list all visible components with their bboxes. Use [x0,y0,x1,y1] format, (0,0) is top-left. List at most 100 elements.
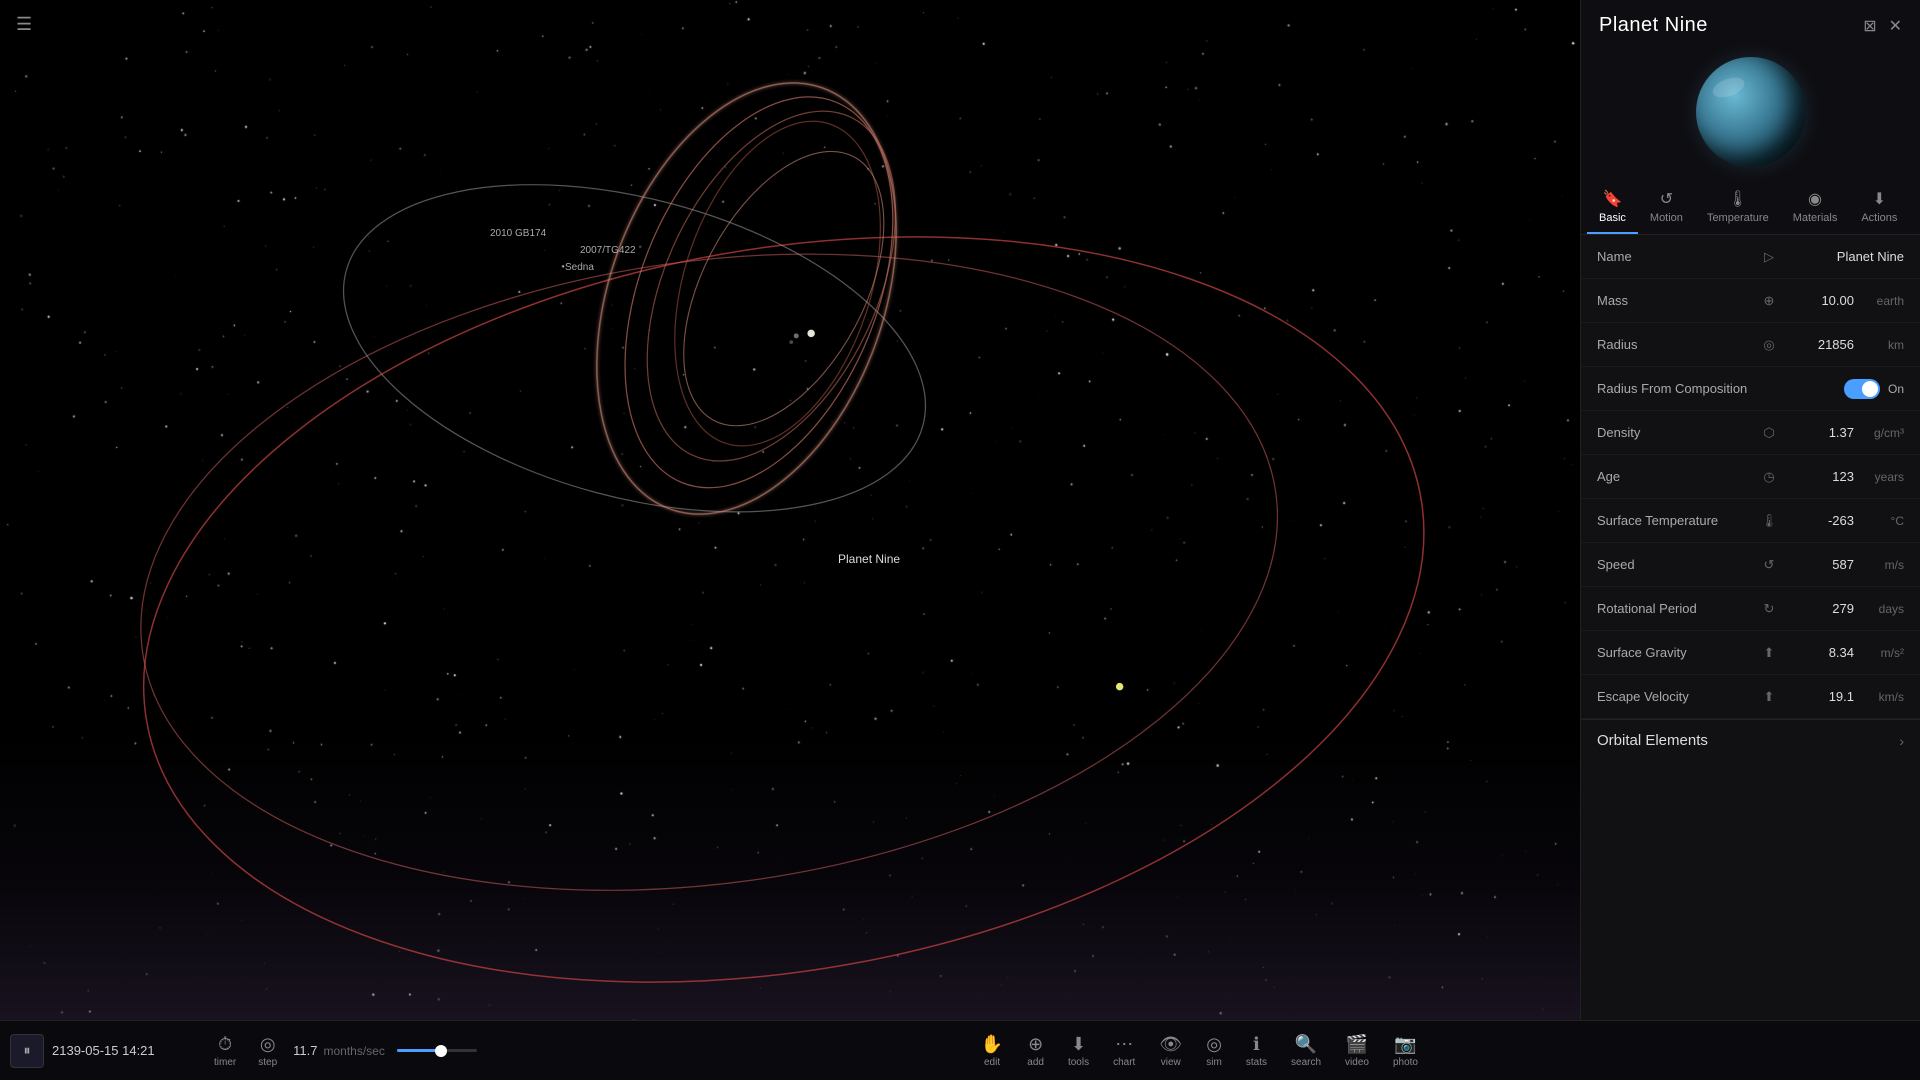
prop-surface-gravity-value[interactable]: 8.34 [1781,645,1854,660]
prop-density-value[interactable]: 1.37 [1781,425,1854,440]
prop-escape-velocity: Escape Velocity ⬆ 19.1 km/s [1581,675,1920,719]
bookmark-icon[interactable]: ⊠ [1863,16,1876,36]
toolbar-item-stats[interactable]: ℹ stats [1236,1030,1277,1072]
prop-age-label: Age [1597,469,1757,484]
panel-header-icons: ⊠ ✕ [1863,16,1902,36]
space-view: ☰ [0,0,1580,1020]
planet-sphere [1696,57,1806,167]
prop-escape-vel-value[interactable]: 19.1 [1781,689,1854,704]
prop-speed-value[interactable]: 587 [1781,557,1854,572]
photo-icon: 📷 [1394,1034,1416,1055]
right-panel: Planet Nine ⊠ ✕ 🔖 Basic ↺ Motion 🌡 Tempe… [1580,0,1920,1020]
prop-density-label: Density [1597,425,1757,440]
speed-value: 11.7 [293,1043,317,1058]
hamburger-menu[interactable]: ☰ [16,14,32,35]
toolbar-left: ⏸ 2139-05-15 14:21 [10,1034,192,1068]
rfc-toggle[interactable] [1844,379,1880,399]
prop-radius-from-composition: Radius From Composition On [1581,367,1920,411]
prop-mass-value[interactable]: 10.00 [1781,293,1854,308]
tab-actions[interactable]: ⬇ Actions [1849,181,1909,234]
speed-slider[interactable] [397,1049,477,1052]
toolbar-item-edit[interactable]: ✋ edit [971,1030,1013,1072]
time-display: 2139-05-15 14:21 [52,1043,192,1058]
video-icon: 🎬 [1346,1034,1368,1055]
main-layout: ☰ [0,0,1920,1020]
actions-icon: ⬇ [1873,189,1886,209]
tab-motion[interactable]: ↺ Motion [1638,181,1695,234]
prop-name-icon: ▷ [1757,249,1781,265]
tab-bar: 🔖 Basic ↺ Motion 🌡 Temperature ◉ Materia… [1581,181,1920,235]
edit-icon: ✋ [981,1034,1003,1055]
chart-icon: ⋯ [1115,1034,1133,1055]
pause-button[interactable]: ⏸ [10,1034,44,1068]
prop-radius-unit: km [1854,338,1904,352]
toolbar-item-photo[interactable]: 📷 photo [1383,1030,1428,1072]
bottom-toolbar: ⏸ 2139-05-15 14:21 ⏱ timer ◎ step 11.7 m… [0,1020,1920,1080]
prop-rotational-period: Rotational Period ↻ 279 days [1581,587,1920,631]
toolbar-item-step[interactable]: ◎ step [248,1030,287,1072]
prop-surface-gravity-label: Surface Gravity [1597,645,1757,660]
toolbar-item-tools[interactable]: ⬇ tools [1058,1030,1099,1072]
toolbar-item-sim[interactable]: ◎ sim [1196,1030,1232,1072]
prop-radius-icon: ◎ [1757,337,1781,353]
prop-surface-temp-icon: 🌡 [1757,513,1781,529]
prop-radius: Radius ◎ 21856 km [1581,323,1920,367]
prop-surface-gravity: Surface Gravity ⬆ 8.34 m/s² [1581,631,1920,675]
panel-header: Planet Nine ⊠ ✕ [1581,0,1920,47]
tab-temperature-label: Temperature [1707,212,1769,224]
prop-rot-period-icon: ↻ [1757,601,1781,617]
materials-icon: ◉ [1808,189,1822,209]
prop-surface-temp-value[interactable]: -263 [1781,513,1854,528]
toolbar-item-add[interactable]: ⊕ add [1017,1030,1054,1072]
prop-age-value[interactable]: 123 [1781,469,1854,484]
prop-age: Age ◷ 123 years [1581,455,1920,499]
orbital-elements-chevron: › [1899,733,1904,749]
prop-escape-vel-icon: ⬆ [1757,689,1781,705]
toolbar-items: ✋ edit ⊕ add ⬇ tools ⋯ chart 👁 view ◎ si… [489,1030,1910,1072]
prop-surface-temp-label: Surface Temperature [1597,513,1757,528]
prop-name-value[interactable]: Planet Nine [1781,249,1904,264]
panel-title: Planet Nine [1599,14,1708,37]
prop-rot-period-value[interactable]: 279 [1781,601,1854,616]
sim-label: sim [1206,1057,1222,1068]
planet-thumbnail [1581,47,1920,181]
timer-label: timer [214,1057,236,1068]
prop-speed-label: Speed [1597,557,1757,572]
prop-escape-vel-unit: km/s [1854,690,1904,704]
stats-icon: ℹ [1253,1034,1260,1055]
prop-mass-icon: ⊕ [1757,293,1781,309]
prop-mass-unit: earth [1854,294,1904,308]
toolbar-item-search[interactable]: 🔍 search [1281,1030,1331,1072]
tools-label: tools [1068,1057,1089,1068]
toolbar-item-timer[interactable]: ⏱ timer [204,1030,246,1072]
tab-basic[interactable]: 🔖 Basic [1587,181,1638,234]
prop-mass-label: Mass [1597,293,1757,308]
prop-radius-value[interactable]: 21856 [1781,337,1854,352]
prop-density: Density ⬡ 1.37 g/cm³ [1581,411,1920,455]
toolbar-item-chart[interactable]: ⋯ chart [1103,1030,1145,1072]
toolbar-item-video[interactable]: 🎬 video [1335,1030,1379,1072]
prop-surface-gravity-icon: ⬆ [1757,645,1781,661]
pause-icon: ⏸ [24,1042,31,1059]
slider-thumb [435,1045,447,1057]
add-label: add [1027,1057,1044,1068]
prop-age-unit: years [1854,470,1904,484]
orbital-paths [0,0,1580,1020]
close-icon[interactable]: ✕ [1889,16,1902,36]
add-icon: ⊕ [1028,1034,1043,1055]
tab-actions-label: Actions [1861,212,1897,224]
step-icon: ◎ [260,1034,276,1055]
timer-icon: ⏱ [218,1034,232,1055]
tab-materials[interactable]: ◉ Materials [1781,181,1850,234]
tab-basic-label: Basic [1599,212,1626,224]
prop-rot-period-unit: days [1854,602,1904,616]
toggle-container: On [1781,379,1904,399]
prop-surface-temp-unit: °C [1854,514,1904,528]
tab-temperature[interactable]: 🌡 Temperature [1695,181,1781,234]
prop-name: Name ▷ Planet Nine [1581,235,1920,279]
orbital-elements-section[interactable]: Orbital Elements › [1581,719,1920,761]
prop-rot-period-label: Rotational Period [1597,601,1757,616]
toolbar-item-view[interactable]: 👁 view [1149,1030,1192,1072]
temperature-icon: 🌡 [1728,189,1748,209]
step-label: step [258,1057,277,1068]
